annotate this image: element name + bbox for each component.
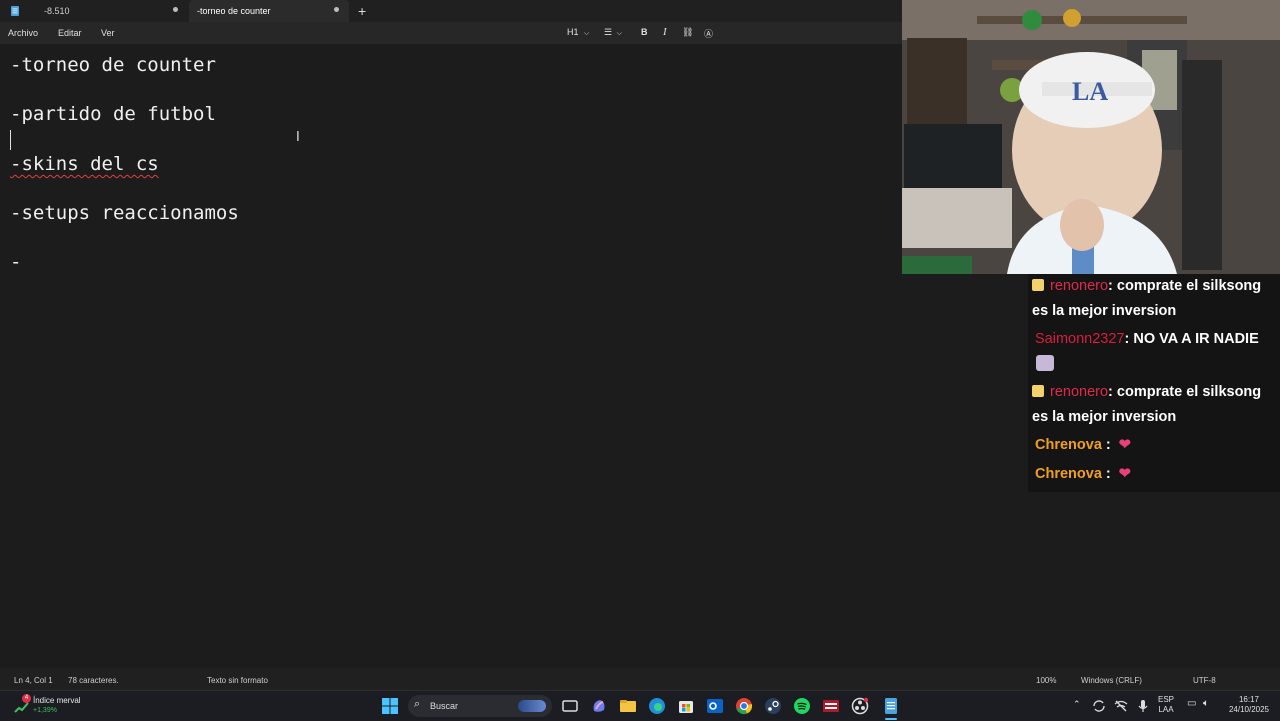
widget-title: Índice merval xyxy=(33,696,81,705)
line-ending[interactable]: Windows (CRLF) xyxy=(1081,676,1142,685)
link-icon[interactable]: ⛓ xyxy=(682,27,693,38)
clock-time: 16:17 xyxy=(1238,695,1260,704)
line-3-text: -skins del cs xyxy=(10,153,159,175)
document-line: -skins del cs xyxy=(10,153,159,175)
list-dropdown[interactable]: ☰ ⌵ xyxy=(604,27,622,38)
stream-chat: renonero: comprate el silksong es la mej… xyxy=(1028,274,1280,492)
stock-widget[interactable]: 4 Índice merval +1,39% xyxy=(12,694,122,718)
notepad-taskbar-icon[interactable] xyxy=(882,697,900,715)
clock-date: 24/10/2025 xyxy=(1228,705,1270,714)
menu-ver[interactable]: Ver xyxy=(101,28,115,38)
file-explorer-icon[interactable] xyxy=(619,697,637,715)
volume-icon[interactable]: 🔈︎ xyxy=(1203,699,1209,709)
chat-username: Chrenova xyxy=(1035,466,1102,482)
line-5-text: - xyxy=(10,251,22,273)
webcam-overlay: LA xyxy=(902,0,1280,274)
store-icon[interactable] xyxy=(677,697,695,715)
search-placeholder: Buscar xyxy=(430,701,459,711)
microphone-icon[interactable] xyxy=(1136,699,1150,713)
display-icon[interactable]: ▭ xyxy=(1187,699,1196,709)
char-count: 78 caracteres. xyxy=(68,676,119,685)
taskbar-search[interactable]: ⌕ Buscar xyxy=(408,695,552,717)
chat-text: : NO VA A IR NADIE xyxy=(1124,331,1259,347)
widget-badge: 4 xyxy=(22,694,31,703)
document-line: -setups reaccionamos xyxy=(10,202,239,224)
italic-icon[interactable]: I xyxy=(663,26,667,38)
unsaved-dot-icon xyxy=(334,7,339,12)
tab-1-label: -8.510 xyxy=(44,6,70,16)
chat-message: Saimonn2327: NO VA A IR NADIE xyxy=(1032,327,1276,377)
document-line: - xyxy=(10,251,21,273)
language-indicator[interactable]: ESP LAA xyxy=(1158,695,1174,715)
document-line: -partido de futbol xyxy=(10,103,216,125)
search-highlight-icon xyxy=(518,700,546,712)
status-bar: Ln 4, Col 1 78 caracteres. Texto sin for… xyxy=(0,668,1280,690)
chevron-up-icon[interactable]: ⌃ xyxy=(1073,699,1081,709)
heart-emote-icon: ❤ xyxy=(1118,437,1131,453)
outlook-icon[interactable] xyxy=(706,697,724,715)
tab-2-active[interactable]: -torneo de counter xyxy=(189,0,349,22)
menu-editar[interactable]: Editar xyxy=(58,28,82,38)
cursor-position: Ln 4, Col 1 xyxy=(14,676,53,685)
bold-icon[interactable]: B xyxy=(641,27,648,37)
chat-badge-icon xyxy=(1032,385,1044,397)
game-launcher-icon[interactable] xyxy=(822,697,840,715)
task-view-icon[interactable] xyxy=(561,697,579,715)
edge-icon[interactable] xyxy=(648,697,666,715)
chat-text: : xyxy=(1105,466,1111,482)
menu-archivo[interactable]: Archivo xyxy=(8,28,38,38)
network-off-icon[interactable] xyxy=(1114,699,1128,713)
tab-2-label: -torneo de counter xyxy=(197,6,271,16)
line-1-text: -torneo de counter xyxy=(10,54,216,76)
chat-username: renonero xyxy=(1050,278,1109,294)
chat-username: Chrenova xyxy=(1035,437,1102,453)
chat-message: renonero: comprate el silksong es la mej… xyxy=(1032,274,1276,324)
heading-dropdown[interactable]: H1 ⌵ xyxy=(567,27,589,38)
svg-text:LA: LA xyxy=(1072,77,1108,106)
clear-formatting-icon[interactable]: Ⓐ xyxy=(704,27,713,40)
spotify-icon[interactable] xyxy=(793,697,811,715)
line-2-text: -partido de futbol xyxy=(10,103,216,125)
chevron-down-icon: ⌵ xyxy=(584,30,590,37)
new-tab-plus-icon[interactable]: + xyxy=(358,4,366,18)
copilot-icon[interactable] xyxy=(590,697,608,715)
steam-icon[interactable] xyxy=(764,697,782,715)
obs-icon[interactable] xyxy=(851,697,869,715)
chat-text: : xyxy=(1105,437,1111,453)
chrome-icon[interactable] xyxy=(735,697,753,715)
heading-label: H1 xyxy=(567,27,579,37)
chat-message: Chrenova : ❤ xyxy=(1032,462,1276,487)
notepad-icon xyxy=(11,6,19,16)
chat-username: renonero xyxy=(1050,384,1109,400)
tab-1[interactable]: -8.510 xyxy=(0,0,188,22)
chat-username: Saimonn2327 xyxy=(1035,331,1125,347)
format-mode[interactable]: Texto sin formato xyxy=(207,676,268,685)
emote-icon xyxy=(1036,355,1054,371)
windows-start-icon[interactable] xyxy=(381,697,399,715)
text-caret xyxy=(10,130,11,150)
clock[interactable]: 16:17 24/10/2025 xyxy=(1224,695,1274,715)
keyboard-layout: LAA xyxy=(1158,705,1174,714)
widget-value: +1,39% xyxy=(33,707,57,714)
zoom-level[interactable]: 100% xyxy=(1036,676,1056,685)
heart-emote-icon: ❤ xyxy=(1118,466,1131,482)
line-4-text: -setups reaccionamos xyxy=(10,202,239,224)
unsaved-dot-icon xyxy=(173,7,178,12)
document-line: -torneo de counter xyxy=(10,54,216,76)
language-code: ESP xyxy=(1158,695,1175,704)
chat-badge-icon xyxy=(1032,279,1044,291)
chat-message: Chrenova : ❤ xyxy=(1032,433,1276,458)
bullet-list-icon: ☰ xyxy=(604,27,613,37)
search-icon: ⌕ xyxy=(414,698,421,710)
sync-icon[interactable] xyxy=(1092,699,1106,713)
encoding[interactable]: UTF-8 xyxy=(1193,676,1216,685)
text-cursor-icon: I xyxy=(296,130,300,145)
chevron-down-icon: ⌵ xyxy=(616,30,622,37)
webcam-image: LA xyxy=(902,0,1280,274)
taskbar: 4 Índice merval +1,39% ⌕ Buscar ⌃ ESP LA… xyxy=(0,690,1280,721)
chat-message: renonero: comprate el silksong es la mej… xyxy=(1032,380,1276,430)
